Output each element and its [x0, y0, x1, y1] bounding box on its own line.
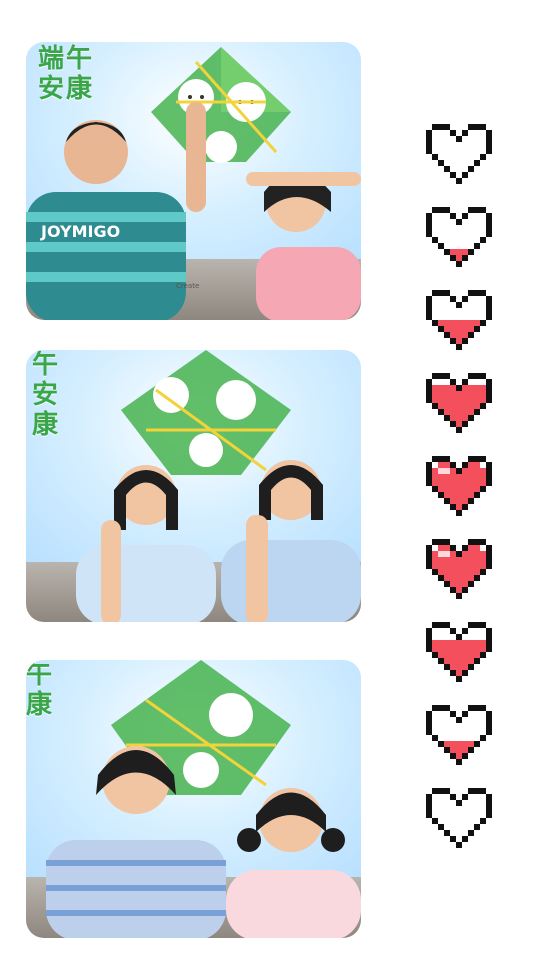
girl-figure [246, 172, 361, 320]
pixel-heart-icon [426, 622, 492, 682]
small-label: Create [176, 282, 200, 290]
pixel-heart-icon [426, 207, 492, 267]
calligraphy-text: 午康 [26, 660, 55, 720]
shirt-text: JOYMIGO [40, 222, 120, 241]
calligraphy-text: 午安康 [32, 350, 61, 440]
pixel-heart-icon [426, 705, 492, 765]
pixel-heart-icon [426, 539, 492, 599]
girl-figure-left [46, 746, 226, 938]
photo-frame-1: 端午 安康 JOYMIGO Create [26, 42, 361, 320]
girl-figure-right [221, 460, 361, 622]
pixel-heart-icon [426, 124, 492, 184]
pixel-heart-icon [426, 788, 492, 848]
pixel-heart-icon [426, 456, 492, 516]
pixel-heart-icon [426, 373, 492, 433]
photo-frame-3: 午康 [26, 660, 361, 938]
girl-figure-left [76, 465, 216, 622]
girl-figure-right [226, 788, 361, 938]
pixel-heart-icon [426, 290, 492, 350]
calligraphy-text: 端午 安康 [38, 44, 95, 104]
photo-frame-2: 午安康 [26, 350, 361, 622]
